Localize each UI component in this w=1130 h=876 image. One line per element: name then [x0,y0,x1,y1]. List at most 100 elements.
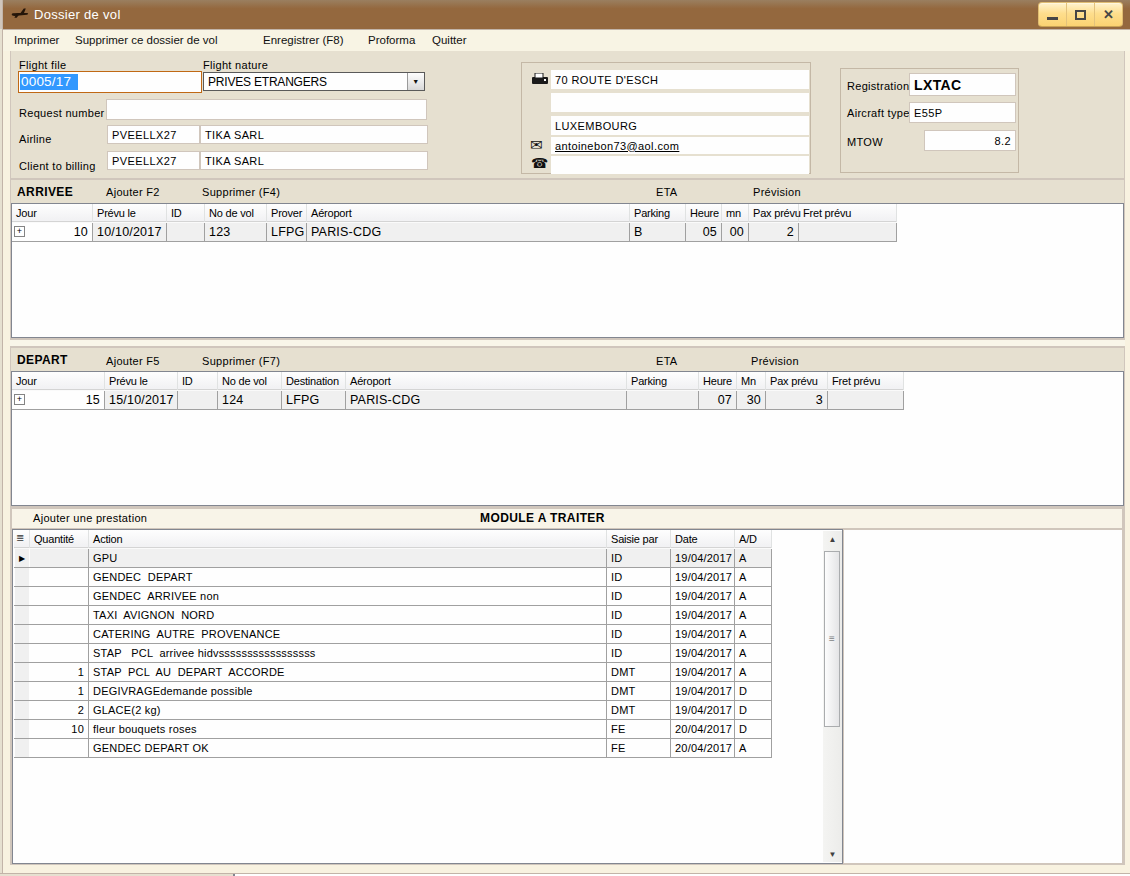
address-line1-input[interactable]: 70 ROUTE D'ESCH [551,70,809,89]
arrivee-cell-jour[interactable]: +10 [12,223,93,241]
arrivee-cell-parking[interactable]: B [630,223,686,241]
depart-cell-mn[interactable]: 30 [737,391,766,409]
table-row[interactable]: +1515/10/2017124LFPGPARIS-CDG07303 [12,391,904,410]
arrivee-cell-heure[interactable]: 05 [686,223,722,241]
arrivee-remove-button[interactable]: Supprimer (F4) [202,186,280,198]
module-cell-action[interactable]: fleur bouquets roses [89,720,607,738]
arrivee-cell-prevu[interactable]: 10/10/2017 [93,223,167,241]
module-cell-saisie-par[interactable]: ID [607,606,671,624]
depart-cell-id[interactable] [178,391,218,409]
table-row[interactable]: GENDEC DEPARTID19/04/2017A [14,568,772,587]
table-row[interactable]: 1DEGIVRAGEdemande possibleDMT19/04/2017D [14,682,772,701]
flight-nature-select[interactable]: PRIVES ETRANGERS ▼ [203,72,425,91]
module-cell-qty[interactable] [30,587,89,605]
arrivee-cell-aeroport[interactable]: PARIS-CDG [307,223,630,241]
module-cell-indicator[interactable] [14,644,30,662]
arrivee-cell-fret[interactable] [799,223,897,241]
module-cell-date[interactable]: 19/04/2017 [671,549,735,567]
address-line2-input[interactable] [551,93,809,112]
module-cell-qty[interactable]: 1 [30,663,89,681]
maximize-button[interactable] [1066,3,1094,26]
depart-remove-button[interactable]: Supprimer (F7) [202,355,280,367]
module-cell-saisie-par[interactable]: ID [607,644,671,662]
module-cell-date[interactable]: 19/04/2017 [671,606,735,624]
minimize-button[interactable] [1039,3,1066,26]
module-cell-action[interactable]: TAXI AVIGNON NORD [89,606,607,624]
module-cell-qty[interactable] [30,625,89,643]
module-cell-qty[interactable]: 10 [30,720,89,738]
email-input[interactable]: antoinebon73@aol.com [551,137,809,154]
module-cell-action[interactable]: GLACE(2 kg) [89,701,607,719]
module-cell-qty[interactable]: 1 [30,682,89,700]
flight-file-input[interactable]: 0005/17 [18,71,202,93]
module-cell-action[interactable]: STAP PCL arrivee hidvsssssssssssssssss [89,644,607,662]
module-cell-ad[interactable]: A [735,663,772,681]
email-link[interactable]: antoinebon73@aol.com [555,140,679,152]
module-cell-action[interactable]: STAP PCL AU DEPART ACCORDE [89,663,607,681]
module-cell-ad[interactable]: A [735,644,772,662]
depart-cell-parking[interactable] [627,391,699,409]
module-cell-date[interactable]: 19/04/2017 [671,644,735,662]
module-cell-ad[interactable]: A [735,625,772,643]
menu-item-enregistrer-f8-[interactable]: Enregistrer (F8) [263,34,344,46]
module-cell-saisie-par[interactable]: ID [607,625,671,643]
module-cell-date[interactable]: 20/04/2017 [671,720,735,738]
module-cell-action[interactable]: GENDEC ARRIVEE non [89,587,607,605]
module-cell-qty[interactable] [30,739,89,757]
module-cell-ad[interactable]: A [735,739,772,757]
scroll-down-icon[interactable]: ▼ [823,846,842,862]
menu-item-proforma[interactable]: Proforma [368,34,415,46]
scrollbar-thumb[interactable]: ≡ [824,551,840,727]
module-cell-saisie-par[interactable]: FE [607,739,671,757]
module-cell-ad[interactable]: A [735,606,772,624]
module-scrollbar[interactable]: ▲ ▼ ≡ [823,531,842,862]
depart-cell-vol[interactable]: 124 [218,391,282,409]
depart-cell-aeroport[interactable]: PARIS-CDG [346,391,627,409]
module-cell-ad[interactable]: A [735,568,772,586]
registration-input[interactable]: LXTAC [909,73,1016,96]
table-row[interactable]: 1STAP PCL AU DEPART ACCORDEDMT19/04/2017… [14,663,772,682]
module-cell-indicator[interactable] [14,663,30,681]
expand-plus-icon[interactable]: + [14,394,25,405]
scroll-up-icon[interactable]: ▲ [823,531,842,547]
module-cell-indicator[interactable] [14,606,30,624]
module-cell-ad[interactable]: D [735,701,772,719]
module-cell-date[interactable]: 19/04/2017 [671,663,735,681]
module-cell-indicator[interactable] [14,568,30,586]
arrivee-cell-pax[interactable]: 2 [749,223,799,241]
table-row[interactable]: 2GLACE(2 kg)DMT19/04/2017D [14,701,772,720]
client-name-input[interactable]: TIKA SARL [200,151,428,170]
module-cell-date[interactable]: 19/04/2017 [671,682,735,700]
table-row[interactable]: 10fleur bouquets rosesFE20/04/2017D [14,720,772,739]
module-cell-ad[interactable]: D [735,682,772,700]
module-cell-indicator[interactable] [14,720,30,738]
depart-cell-destination[interactable]: LFPG [282,391,346,409]
depart-cell-heure[interactable]: 07 [699,391,737,409]
module-cell-saisie-par[interactable]: DMT [607,663,671,681]
module-cell-saisie-par[interactable]: ID [607,549,671,567]
module-cell-indicator[interactable] [14,701,30,719]
module-cell-date[interactable]: 19/04/2017 [671,625,735,643]
menu-item-imprimer[interactable]: Imprimer [14,34,59,46]
depart-cell-fret[interactable] [828,391,904,409]
module-cell-qty[interactable]: 2 [30,701,89,719]
arrivee-add-button[interactable]: Ajouter F2 [106,186,160,198]
table-row[interactable]: ▶GPUID19/04/2017A [14,549,772,568]
module-cell-saisie-par[interactable]: DMT [607,682,671,700]
module-cell-date[interactable]: 19/04/2017 [671,568,735,586]
module-cell-qty[interactable] [30,568,89,586]
depart-add-button[interactable]: Ajouter F5 [106,355,160,367]
module-cell-qty[interactable] [30,644,89,662]
airline-code-input[interactable]: PVEELLX27 [107,125,200,144]
module-add-button[interactable]: Ajouter une prestation [33,512,147,524]
address-city-input[interactable]: LUXEMBOURG [551,116,809,135]
table-row[interactable]: TAXI AVIGNON NORDID19/04/2017A [14,606,772,625]
arrivee-cell-mn[interactable]: 00 [722,223,749,241]
module-cell-ad[interactable]: D [735,720,772,738]
module-cell-saisie-par[interactable]: DMT [607,701,671,719]
module-cell-action[interactable]: GPU [89,549,607,567]
menu-item-quitter[interactable]: Quitter [432,34,467,46]
arrivee-cell-vol[interactable]: 123 [205,223,267,241]
table-row[interactable]: CATERING AUTRE PROVENANCEID19/04/2017A [14,625,772,644]
module-cell-date[interactable]: 19/04/2017 [671,701,735,719]
